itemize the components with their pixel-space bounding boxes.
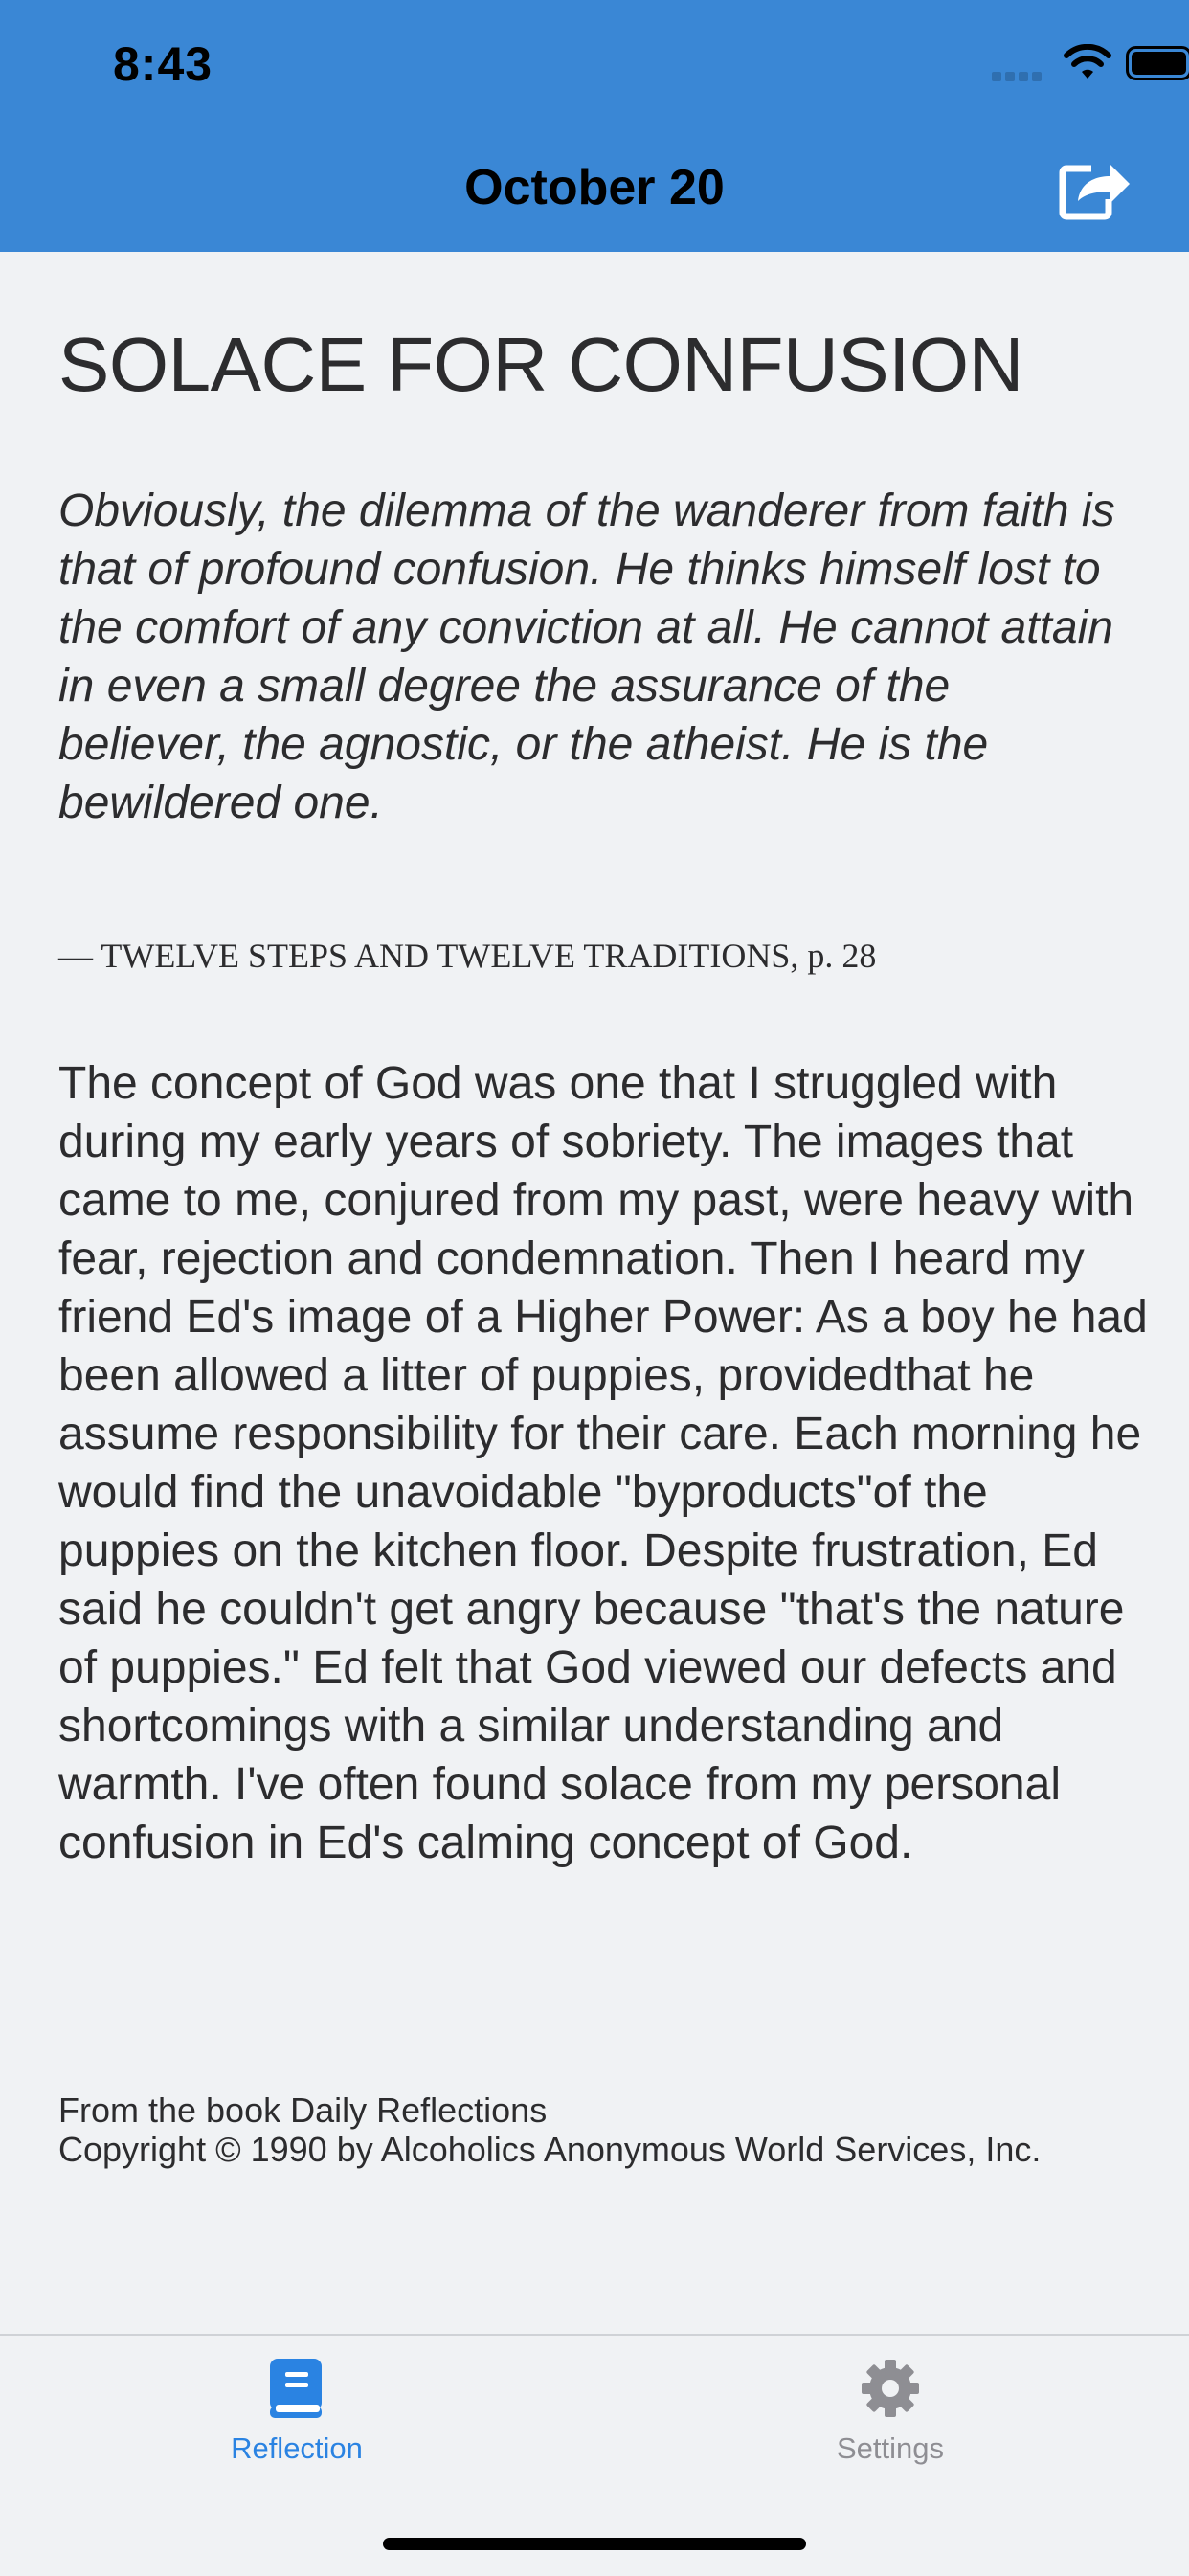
status-time: 8:43 [113, 36, 213, 92]
footer-copyright: Copyright © 1990 by Alcoholics Anonymous… [58, 2130, 1150, 2169]
home-indicator [383, 2538, 806, 2550]
tab-settings-label: Settings [747, 2431, 1034, 2466]
tab-reflection[interactable]: Reflection [153, 2357, 440, 2481]
share-button[interactable] [1057, 155, 1132, 222]
quote-source: — TWELVE STEPS AND TWELVE TRADITIONS, p.… [58, 936, 876, 976]
tab-settings[interactable]: Settings [747, 2357, 1034, 2481]
battery-icon [1126, 46, 1189, 80]
navigation-header: 8:43 October 20 [0, 0, 1189, 252]
wifi-icon [1063, 44, 1112, 82]
footer-book: From the book Daily Reflections [58, 2090, 1150, 2130]
copyright-footer: From the book Daily Reflections Copyrigh… [58, 2090, 1150, 2169]
reflection-title: SOLACE FOR CONFUSION [58, 321, 1023, 409]
book-icon [266, 2357, 327, 2420]
tab-reflection-label: Reflection [153, 2431, 440, 2466]
share-icon [1057, 155, 1132, 222]
reflection-body: The concept of God was one that I strugg… [58, 1054, 1150, 1872]
gear-icon [860, 2357, 921, 2420]
page-title: October 20 [0, 159, 1189, 216]
reflection-quote: Obviously, the dilemma of the wanderer f… [58, 482, 1131, 832]
cellular-signal-icon [992, 69, 1047, 80]
